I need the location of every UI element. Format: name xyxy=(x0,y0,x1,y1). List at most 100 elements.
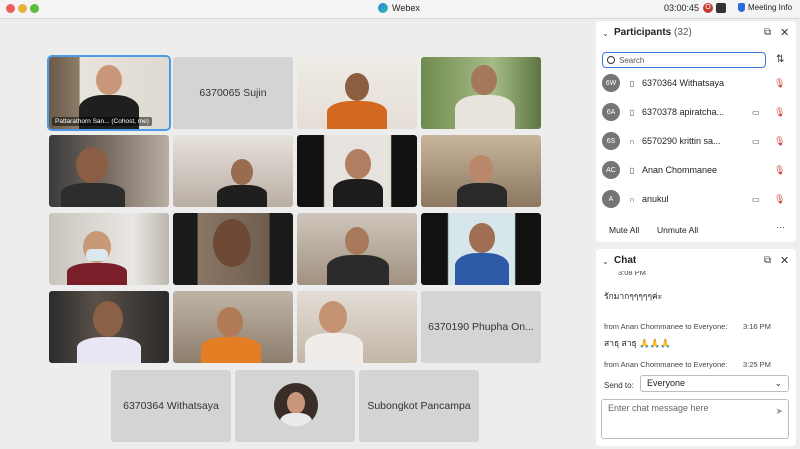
participant-body xyxy=(305,333,363,363)
layout-icon[interactable] xyxy=(716,3,726,13)
mute-all-button[interactable]: Mute All xyxy=(609,225,639,235)
headset-icon: ∩ xyxy=(629,194,635,204)
video-tile-avatar[interactable] xyxy=(235,370,355,442)
face-mask xyxy=(86,249,108,261)
mic-muted-icon[interactable]: 🎙 xyxy=(774,136,785,147)
participant-face xyxy=(217,307,243,337)
participant-face xyxy=(469,155,493,183)
video-grid: Pattarathorn San... (Cohost, me) 6370065… xyxy=(0,19,594,449)
participant-body xyxy=(327,255,389,285)
participant-body xyxy=(327,101,387,129)
video-tile-smiling-man[interactable] xyxy=(49,135,169,207)
video-tile-phupha[interactable]: 6370190 Phupha On... xyxy=(421,291,541,363)
chat-meta: from Anan Chommanee to Everyone: xyxy=(604,322,728,331)
mic-muted-icon[interactable]: 🎙 xyxy=(774,107,785,118)
maximize-window-button[interactable] xyxy=(30,4,39,13)
send-to-label: Send to: xyxy=(604,381,634,390)
video-tile-withatsaya[interactable]: 6370364 Withatsaya xyxy=(111,370,231,442)
avatar: 6S xyxy=(602,132,620,150)
participant-face xyxy=(93,301,123,337)
phone-icon: ▯ xyxy=(629,78,635,88)
video-tile-closeup-woman[interactable] xyxy=(173,213,293,285)
participant-face xyxy=(471,65,497,95)
phone-icon: ▯ xyxy=(629,165,635,175)
video-tile-monk[interactable] xyxy=(297,57,417,129)
participant-row[interactable]: AC ▯ Anan Chommanee 🎙 xyxy=(602,160,792,180)
participants-panel: ⌄ Participants (32) ⧉ ✕ Search ⇅ 6W ▯ 63… xyxy=(596,21,796,242)
more-options-icon[interactable]: ··· xyxy=(776,222,785,232)
participant-face xyxy=(231,159,253,185)
participant-body xyxy=(457,183,507,207)
close-icon[interactable]: ✕ xyxy=(780,26,789,39)
tile-name-label: Subongkot Pancampa xyxy=(367,400,471,412)
meeting-timer: 03:00:45 xyxy=(664,3,700,13)
video-tile-woman-room[interactable] xyxy=(297,213,417,285)
close-window-button[interactable] xyxy=(6,4,15,13)
participant-body xyxy=(67,263,127,285)
participant-name: 6370364 Withatsaya xyxy=(642,78,725,88)
shield-icon xyxy=(738,3,745,12)
participant-name: 6370378 apiratcha... xyxy=(642,107,725,117)
camera-icon[interactable]: ▭ xyxy=(752,195,760,204)
participant-row[interactable]: A ∩ anukul ▭ 🎙 xyxy=(602,189,792,209)
video-tile-monk-2[interactable] xyxy=(173,291,293,363)
collapse-chevron-icon[interactable]: ⌄ xyxy=(602,29,609,38)
chat-input[interactable]: Enter chat message here ➤ xyxy=(601,399,789,439)
participant-row[interactable]: 6W ▯ 6370364 Withatsaya 🎙 xyxy=(602,73,792,93)
chat-meta-partial: 3:08 PM xyxy=(618,271,646,277)
video-tile-glasses-man[interactable] xyxy=(421,57,541,129)
participant-face xyxy=(345,227,369,255)
avatar: AC xyxy=(602,161,620,179)
chat-message: สาธุ สาธุ 🙏🙏🙏 xyxy=(604,338,671,348)
title-bar: Webex 03:00:45 O Meeting Info xyxy=(0,0,800,19)
chat-meta: from Anan Chommanee to Everyone: xyxy=(604,360,728,369)
popout-icon[interactable]: ⧉ xyxy=(764,255,771,266)
mic-muted-icon[interactable]: 🎙 xyxy=(774,78,785,89)
camera-icon[interactable]: ▭ xyxy=(752,137,760,146)
close-icon[interactable]: ✕ xyxy=(780,254,789,267)
chat-message: รักมากๆๆๆๆๆค่ะ xyxy=(604,291,663,301)
mic-muted-icon[interactable]: 🎙 xyxy=(774,165,785,176)
video-tile-sujin[interactable]: 6370065 Sujin xyxy=(173,57,293,129)
send-to-value: Everyone xyxy=(647,378,686,388)
popout-icon[interactable]: ⧉ xyxy=(764,27,771,38)
meeting-info-button[interactable]: Meeting Info xyxy=(738,3,792,12)
video-tile-young-man[interactable] xyxy=(173,135,293,207)
video-tile-young-man-dark[interactable] xyxy=(49,291,169,363)
chat-time: 3:16 PM xyxy=(743,322,771,331)
search-input[interactable]: Search xyxy=(602,52,766,68)
unmute-all-button[interactable]: Unmute All xyxy=(657,225,698,235)
participant-face xyxy=(345,149,371,179)
participants-title: Participants (32) xyxy=(614,27,692,38)
chat-panel: ⌄ Chat ⧉ ✕ 3:08 PM รักมากๆๆๆๆๆค่ะ from A… xyxy=(596,249,796,446)
app-title-text: Webex xyxy=(392,3,420,13)
participant-face xyxy=(319,301,347,333)
participant-name: anukul xyxy=(642,194,669,204)
video-tile-woman-center[interactable] xyxy=(297,135,417,207)
send-icon[interactable]: ➤ xyxy=(775,406,783,417)
webex-logo-icon xyxy=(378,3,388,13)
participant-body xyxy=(333,179,383,207)
avatar: 6A xyxy=(602,103,620,121)
participant-face xyxy=(213,219,251,267)
sort-icon[interactable]: ⇅ xyxy=(776,54,784,65)
recording-icon[interactable]: O xyxy=(703,3,713,13)
video-tile-man-blue[interactable] xyxy=(421,213,541,285)
participant-body xyxy=(201,337,261,363)
send-to-select[interactable]: Everyone ⌄ xyxy=(640,375,789,392)
participant-face xyxy=(76,147,108,183)
participant-row[interactable]: 6A ▯ 6370378 apiratcha... ▭ 🎙 xyxy=(602,102,792,122)
video-tile-masked-woman[interactable] xyxy=(49,213,169,285)
collapse-chevron-icon[interactable]: ⌄ xyxy=(602,257,609,266)
video-tile-pattarathorn[interactable]: Pattarathorn San... (Cohost, me) xyxy=(47,55,171,131)
participant-name: Anan Chommanee xyxy=(642,165,718,175)
video-tile-subongkot[interactable]: Subongkot Pancampa xyxy=(359,370,479,442)
video-tile-woman-cafe[interactable] xyxy=(421,135,541,207)
self-name-caption: Pattarathorn San... (Cohost, me) xyxy=(52,117,152,126)
video-tile-woman-glasses[interactable] xyxy=(297,291,417,363)
chat-input-placeholder: Enter chat message here xyxy=(608,403,709,413)
participant-row[interactable]: 6S ∩ 6570290 krittin sa... ▭ 🎙 xyxy=(602,131,792,151)
minimize-window-button[interactable] xyxy=(18,4,27,13)
camera-icon[interactable]: ▭ xyxy=(752,108,760,117)
mic-muted-icon[interactable]: 🎙 xyxy=(774,194,785,205)
